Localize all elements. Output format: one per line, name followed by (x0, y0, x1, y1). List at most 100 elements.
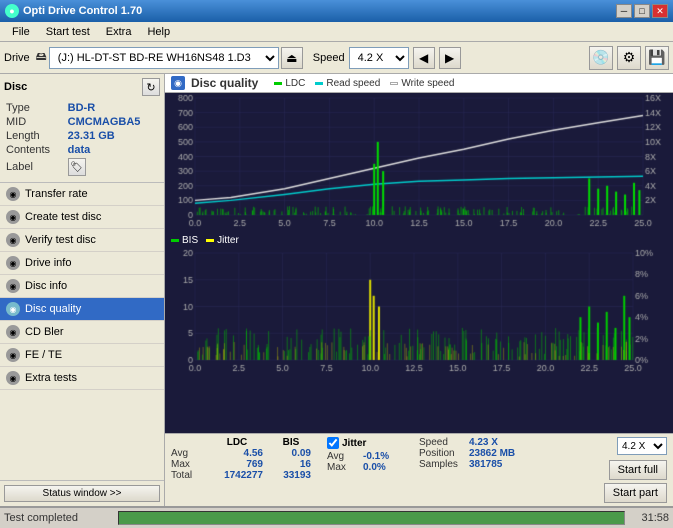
disc-type-row: Type BD-R (6, 102, 158, 114)
legend-bis-dot (171, 239, 179, 242)
menu-start-test[interactable]: Start test (38, 25, 98, 39)
title-bar-controls: ─ □ ✕ (616, 4, 668, 18)
maximize-button[interactable]: □ (634, 4, 650, 18)
stats-max-label: Max (171, 459, 203, 470)
save-button[interactable]: 💾 (645, 46, 669, 70)
position-val: 23862 MB (469, 448, 515, 459)
charts-area: BIS Jitter (165, 93, 673, 433)
legend-ldc: LDC (274, 78, 305, 89)
main-area: Disc ↻ Type BD-R MID CMCMAGBA5 Length 23… (0, 74, 673, 506)
eject-button[interactable]: ⏏ (281, 47, 303, 69)
nav-item-cd-bler[interactable]: ◉ CD Bler (0, 321, 164, 344)
jitter-avg-label: Avg (327, 451, 359, 462)
title-bar-left: ● Opti Drive Control 1.70 (5, 4, 142, 18)
speed-select[interactable]: 4.2 X (349, 47, 409, 69)
nav-label-transfer-rate: Transfer rate (25, 188, 88, 200)
nav-icon-transfer-rate: ◉ (6, 187, 20, 201)
nav-label-drive-info: Drive info (25, 257, 71, 269)
progress-bar-fill (119, 512, 624, 524)
disc-length-row: Length 23.31 GB (6, 130, 158, 142)
chart-legend-upper: LDC Read speed Write speed (274, 78, 454, 89)
action-section: 4.2 X Start full Start part (604, 437, 667, 503)
start-part-button[interactable]: Start part (604, 483, 667, 503)
disc-refresh-button[interactable]: ↻ (142, 78, 160, 96)
minimize-button[interactable]: ─ (616, 4, 632, 18)
jitter-checkbox[interactable] (327, 437, 339, 449)
disc-contents-row: Contents data (6, 144, 158, 156)
legend-jitter-label: Jitter (217, 235, 239, 246)
chart-title: Disc quality (191, 76, 258, 90)
legend-write-speed-label: Write speed (401, 78, 454, 89)
stats-avg-label: Avg (171, 448, 203, 459)
status-text: Test completed (4, 512, 114, 524)
menu-extra[interactable]: Extra (98, 25, 140, 39)
stats-speed-pos: Speed 4.23 X Position 23862 MB Samples 3… (419, 437, 515, 470)
progress-text: 100.0% (119, 524, 624, 525)
status-window-button[interactable]: Status window >> (4, 485, 160, 502)
disc-label-button[interactable]: 🏷 (68, 158, 86, 176)
menu-bar: File Start test Extra Help (0, 22, 673, 42)
nav-item-disc-quality[interactable]: ◉ Disc quality (0, 298, 164, 321)
speed-prev-button[interactable]: ◀ (413, 47, 435, 69)
nav-item-fe-te[interactable]: ◉ FE / TE (0, 344, 164, 367)
speed-label: Speed (313, 52, 345, 64)
disc-mid-value: CMCMAGBA5 (68, 116, 158, 128)
stats-area: LDC BIS Avg 4.56 0.09 Max 769 16 Total 1… (165, 433, 673, 506)
nav-icon-disc-quality: ◉ (6, 302, 20, 316)
speed-stat-val: 4.23 X (469, 437, 498, 448)
samples-label: Samples (419, 459, 463, 470)
legend-ldc-label: LDC (285, 78, 305, 89)
start-full-button[interactable]: Start full (609, 460, 667, 480)
stats-ldc-bis: LDC BIS Avg 4.56 0.09 Max 769 16 Total 1… (171, 437, 311, 481)
disc-button[interactable]: 💿 (589, 46, 613, 70)
disc-type-value: BD-R (68, 102, 158, 114)
nav-item-transfer-rate[interactable]: ◉ Transfer rate (0, 183, 164, 206)
disc-type-label: Type (6, 102, 66, 114)
stats-max-bis: 16 (271, 459, 311, 470)
nav-label-verify-test-disc: Verify test disc (25, 234, 96, 246)
legend-bis-label: BIS (182, 235, 198, 246)
nav-icon-disc-info: ◉ (6, 279, 20, 293)
position-label: Position (419, 448, 463, 459)
stats-avg-ldc: 4.56 (211, 448, 263, 459)
nav-item-drive-info[interactable]: ◉ Drive info (0, 252, 164, 275)
stats-total-ldc: 1742277 (211, 470, 263, 481)
stats-bis-header: BIS (271, 437, 311, 448)
chart-title-bar: ◉ Disc quality LDC Read speed Write spee… (165, 74, 673, 93)
nav-icon-extra-tests: ◉ (6, 371, 20, 385)
chart-lower (165, 248, 673, 378)
drive-select[interactable]: (J:) HL-DT-ST BD-RE WH16NS48 1.D3 (49, 47, 279, 69)
nav-item-verify-test-disc[interactable]: ◉ Verify test disc (0, 229, 164, 252)
nav-icon-create-test-disc: ◉ (6, 210, 20, 224)
speed-combo-row: 4.2 X (617, 437, 667, 455)
disc-length-value: 23.31 GB (68, 130, 158, 142)
chart-title-icon: ◉ (171, 76, 185, 90)
window-title: Opti Drive Control 1.70 (23, 5, 142, 17)
close-button[interactable]: ✕ (652, 4, 668, 18)
status-bar: Test completed 100.0% 31:58 (0, 506, 673, 528)
disc-title: Disc (4, 81, 27, 93)
legend-read-speed: Read speed (315, 78, 380, 89)
nav-item-create-test-disc[interactable]: ◉ Create test disc (0, 206, 164, 229)
disc-mid-label: MID (6, 116, 66, 128)
nav-item-disc-info[interactable]: ◉ Disc info (0, 275, 164, 298)
disc-table: Type BD-R MID CMCMAGBA5 Length 23.31 GB … (4, 100, 160, 178)
jitter-label: Jitter (342, 438, 366, 449)
speed-stat-label: Speed (419, 437, 463, 448)
settings-button[interactable]: ⚙ (617, 46, 641, 70)
disc-contents-label: Contents (6, 144, 66, 156)
speed-next-button[interactable]: ▶ (439, 47, 461, 69)
right-content: ◉ Disc quality LDC Read speed Write spee… (165, 74, 673, 506)
app-icon: ● (5, 4, 19, 18)
disc-header: Disc ↻ (4, 78, 160, 96)
nav-label-extra-tests: Extra tests (25, 372, 77, 384)
stats-jitter: Jitter Avg -0.1% Max 0.0% (327, 437, 403, 473)
menu-help[interactable]: Help (139, 25, 178, 39)
disc-label-row: Label 🏷 (6, 158, 158, 176)
legend-ldc-dot (274, 82, 282, 85)
speed-combo-select[interactable]: 4.2 X (617, 437, 667, 455)
nav-item-extra-tests[interactable]: ◉ Extra tests (0, 367, 164, 390)
legend-read-speed-label: Read speed (326, 78, 380, 89)
menu-file[interactable]: File (4, 25, 38, 39)
jitter-max-val: 0.0% (363, 462, 403, 473)
